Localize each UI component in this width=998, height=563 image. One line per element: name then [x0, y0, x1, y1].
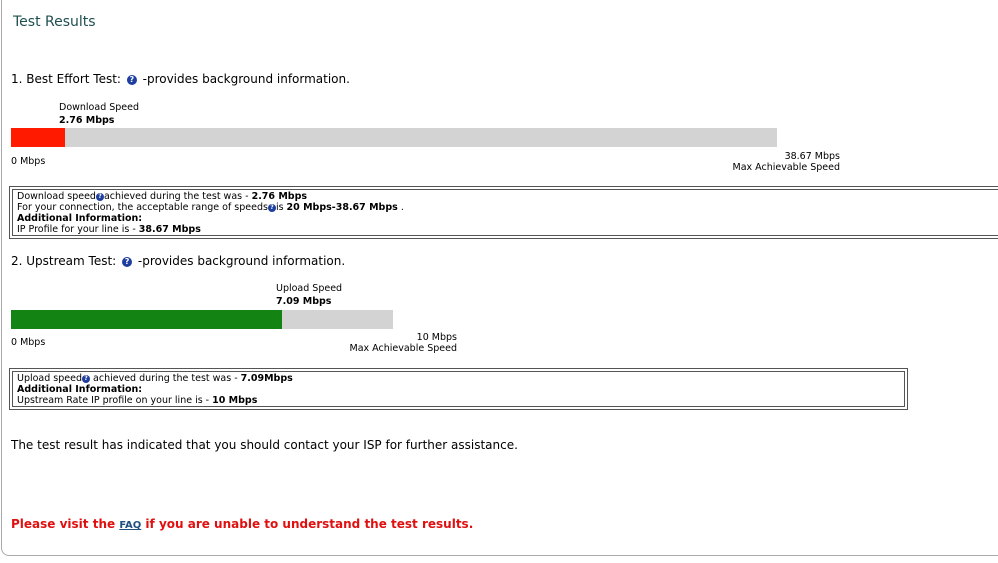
upload-speed-bar — [11, 310, 393, 329]
upload-max-value: 10 Mbps — [416, 332, 457, 343]
upload-info-box: Upload speed? achieved during the test w… — [9, 368, 908, 410]
question-mark-icon[interactable]: ? — [95, 193, 104, 201]
upload-speed-value: 7.09 Mbps — [276, 296, 332, 307]
question-mark-icon[interactable]: ? — [122, 257, 133, 267]
download-speed-label: Download Speed — [59, 102, 140, 113]
upstream-profile-value: 10 Mbps — [212, 395, 258, 406]
download-section-heading: 1. Best Effort Test: ? -provides backgro… — [11, 72, 350, 86]
acceptable-range-mid: is — [275, 202, 287, 213]
upload-min-label: 0 Mbps — [11, 337, 46, 348]
faq-link[interactable]: FAQ — [119, 520, 141, 531]
upload-info-prefix: Upload speed — [17, 373, 83, 384]
faq-prefix: Please visit the — [11, 517, 120, 531]
upstream-profile-prefix: Upstream Rate IP profile on your line is… — [17, 395, 213, 406]
faq-message: Please visit the FAQ if you are unable t… — [11, 517, 473, 531]
download-heading-desc: -provides background information. — [142, 72, 350, 86]
faq-suffix: if you are unable to understand the test… — [141, 517, 474, 531]
download-heading-label: 1. Best Effort Test: — [11, 72, 121, 86]
upload-info-value: 7.09Mbps — [240, 373, 293, 384]
download-additional-heading: Additional Information: — [17, 213, 143, 224]
upload-max-label: Max Achievable Speed — [349, 343, 457, 354]
download-info-mid: achieved during the test was - — [103, 191, 252, 202]
download-speed-bar — [11, 128, 777, 147]
download-max-label: Max Achievable Speed — [732, 162, 840, 173]
upload-section-heading: 2. Upstream Test: ? -provides background… — [11, 254, 345, 268]
acceptable-range-value: 20 Mbps-38.67 Mbps — [286, 202, 398, 213]
result-message: The test result has indicated that you s… — [11, 438, 518, 452]
question-mark-icon[interactable]: ? — [267, 204, 276, 212]
question-mark-icon[interactable]: ? — [82, 375, 91, 383]
upload-heading-desc: -provides background information. — [137, 254, 346, 268]
download-min-label: 0 Mbps — [11, 156, 46, 167]
acceptable-range-prefix: For your connection, the acceptable rang… — [17, 202, 268, 213]
download-speed-fill — [11, 128, 66, 147]
download-speed-value: 2.76 Mbps — [59, 115, 115, 126]
upload-speed-label: Upload Speed — [276, 283, 343, 294]
download-info-prefix: Download speed — [17, 191, 96, 202]
ip-profile-prefix: IP Profile for your line is - — [17, 224, 139, 235]
download-info-box: Download speed? achieved during the test … — [9, 186, 998, 239]
download-info-value: 2.76 Mbps — [251, 191, 308, 202]
upload-info-mid: achieved during the test was - — [90, 373, 241, 384]
download-max-value: 38.67 Mbps — [784, 151, 840, 162]
ip-profile-value: 38.67 Mbps — [138, 224, 201, 235]
upload-speed-fill — [11, 310, 282, 329]
acceptable-range-suffix: . — [397, 202, 404, 213]
page-title: Test Results — [13, 14, 96, 30]
upload-heading-label: 2. Upstream Test: — [11, 254, 117, 268]
upload-additional-heading: Additional Information: — [17, 384, 143, 395]
question-mark-icon[interactable]: ? — [126, 75, 137, 85]
